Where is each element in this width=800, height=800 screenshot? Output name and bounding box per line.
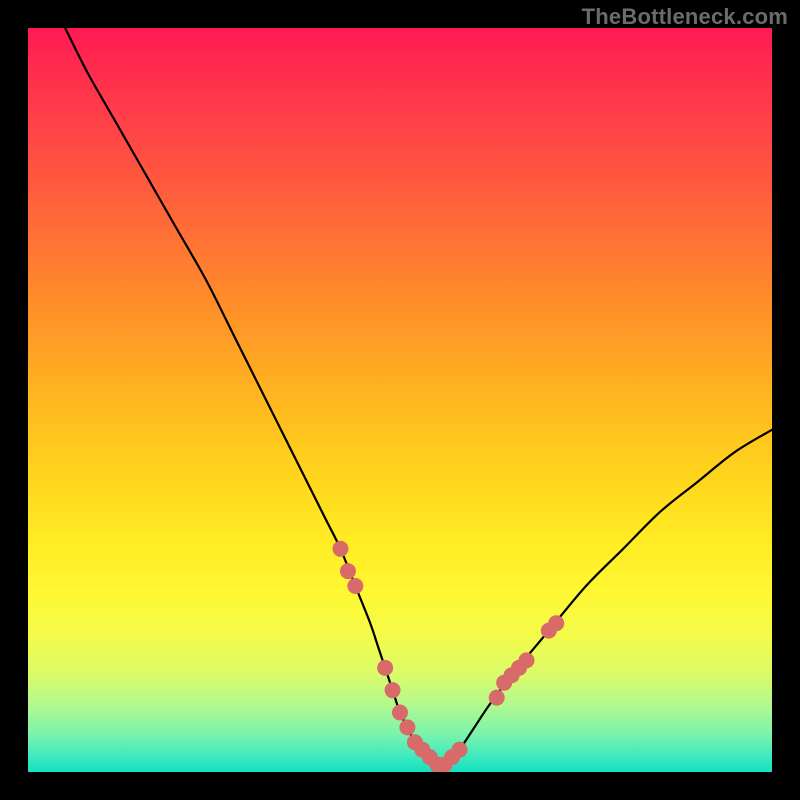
watermark: TheBottleneck.com [582, 4, 788, 30]
data-point [385, 682, 401, 698]
data-point [340, 563, 356, 579]
bottleneck-curve [65, 28, 772, 765]
data-point [489, 690, 505, 706]
data-points-group [332, 541, 564, 772]
data-point [377, 660, 393, 676]
chart-plot-area [28, 28, 772, 772]
chart-overlay-svg [28, 28, 772, 772]
data-point [399, 719, 415, 735]
data-point [452, 742, 468, 758]
data-point [347, 578, 363, 594]
data-point [332, 541, 348, 557]
data-point [392, 704, 408, 720]
data-point [518, 652, 534, 668]
data-point [548, 615, 564, 631]
